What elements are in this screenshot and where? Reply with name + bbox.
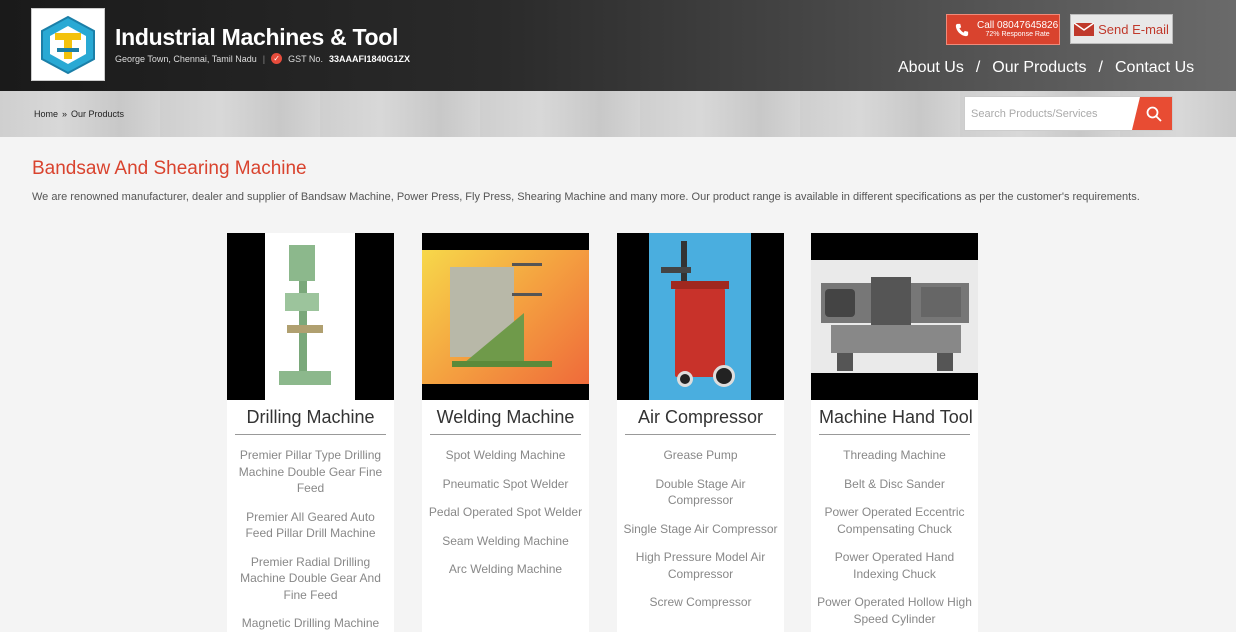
nav-our-products[interactable]: Our Products	[992, 59, 1086, 77]
phone-icon	[955, 23, 969, 36]
welding-machine-image[interactable]	[422, 233, 589, 400]
call-number: Call 08047645826	[977, 20, 1059, 32]
verified-check-icon: ✓	[271, 53, 283, 64]
air-compressor-image[interactable]	[617, 233, 784, 400]
meta-divider: |	[262, 53, 266, 64]
gst-number: 33AAAFI1840G1ZX	[328, 53, 410, 64]
company-meta: George Town, Chennai, Tamil Nadu | ✓ GST…	[115, 53, 410, 64]
company-logo[interactable]	[31, 8, 105, 81]
list-item[interactable]: Arc Welding Machine	[428, 561, 583, 578]
list-item[interactable]: Power Operated Eccentric Compensating Ch…	[817, 504, 972, 537]
company-name[interactable]: Industrial Machines & Tool	[115, 24, 398, 51]
main-nav: About Us / Our Products / Contact Us	[898, 59, 1194, 77]
list-item[interactable]: Magnetic Drilling Machine	[233, 615, 388, 632]
product-list: Threading Machine Belt & Disc Sander Pow…	[811, 435, 978, 627]
intro-text: We are renowned manufacturer, dealer and…	[32, 191, 1140, 203]
list-item[interactable]: Pneumatic Spot Welder	[428, 476, 583, 493]
card-title[interactable]: Drilling Machine	[235, 407, 386, 435]
response-rate: 72% Response Rate	[985, 31, 1050, 39]
product-list: Premier Pillar Type Drilling Machine Dou…	[227, 435, 394, 632]
list-item[interactable]: Premier Radial Drilling Machine Double G…	[233, 554, 388, 604]
list-item[interactable]: Screw Compressor	[623, 594, 778, 611]
list-item[interactable]: Belt & Disc Sander	[817, 476, 972, 493]
list-item[interactable]: Power Operated Hollow High Speed Cylinde…	[817, 594, 972, 627]
nav-contact-us[interactable]: Contact Us	[1115, 59, 1194, 77]
card-title[interactable]: Machine Hand Tool	[819, 407, 973, 435]
search-box	[964, 96, 1173, 131]
product-list: Spot Welding Machine Pneumatic Spot Weld…	[422, 435, 589, 578]
card-title[interactable]: Air Compressor	[625, 407, 776, 435]
breadcrumb-home[interactable]: Home	[34, 109, 58, 119]
list-item[interactable]: Pedal Operated Spot Welder	[428, 504, 583, 521]
breadcrumb-current[interactable]: Our Products	[71, 109, 124, 119]
gst-label: GST No.	[288, 53, 323, 64]
list-item[interactable]: Seam Welding Machine	[428, 533, 583, 550]
product-card-welding[interactable]: Welding Machine Spot Welding Machine Pne…	[422, 233, 589, 632]
nav-separator: /	[975, 59, 981, 76]
product-card-drilling[interactable]: Drilling Machine Premier Pillar Type Dri…	[227, 233, 394, 632]
breadcrumb-separator: »	[62, 109, 68, 119]
product-list: Grease Pump Double Stage Air Compressor …	[617, 435, 784, 611]
send-email-label: Send E-mail	[1098, 21, 1169, 37]
machine-hand-tool-image[interactable]	[811, 233, 978, 400]
nav-separator: /	[1098, 59, 1103, 76]
search-icon	[1146, 106, 1162, 122]
list-item[interactable]: Grease Pump	[623, 447, 778, 464]
list-item[interactable]: Threading Machine	[817, 447, 972, 464]
list-item[interactable]: Spot Welding Machine	[428, 447, 583, 464]
list-item[interactable]: Single Stage Air Compressor	[623, 521, 778, 538]
send-email-button[interactable]: Send E-mail	[1070, 14, 1173, 44]
envelope-icon	[1074, 22, 1095, 36]
site-header: Industrial Machines & Tool George Town, …	[0, 0, 1236, 91]
company-location: George Town, Chennai, Tamil Nadu	[115, 53, 257, 64]
card-title[interactable]: Welding Machine	[430, 407, 581, 435]
search-button[interactable]	[1132, 97, 1172, 130]
product-card-machine-hand-tool[interactable]: Machine Hand Tool Threading Machine Belt…	[811, 233, 978, 632]
list-item[interactable]: Double Stage Air Compressor	[623, 476, 778, 509]
list-item[interactable]: Premier All Geared Auto Feed Pillar Dril…	[233, 509, 388, 542]
call-button[interactable]: Call 08047645826 72% Response Rate	[946, 14, 1060, 45]
product-card-air-compressor[interactable]: Air Compressor Grease Pump Double Stage …	[617, 233, 784, 632]
breadcrumb: Home » Our Products	[34, 109, 124, 119]
page-title: Bandsaw And Shearing Machine	[32, 158, 307, 179]
search-input[interactable]	[965, 97, 1132, 130]
list-item[interactable]: High Pressure Model Air Compressor	[623, 549, 778, 582]
nav-about-us[interactable]: About Us	[898, 59, 964, 77]
list-item[interactable]: Power Operated Hand Indexing Chuck	[817, 549, 972, 582]
list-item[interactable]: Premier Pillar Type Drilling Machine Dou…	[233, 447, 388, 497]
drilling-machine-image[interactable]	[227, 233, 394, 400]
